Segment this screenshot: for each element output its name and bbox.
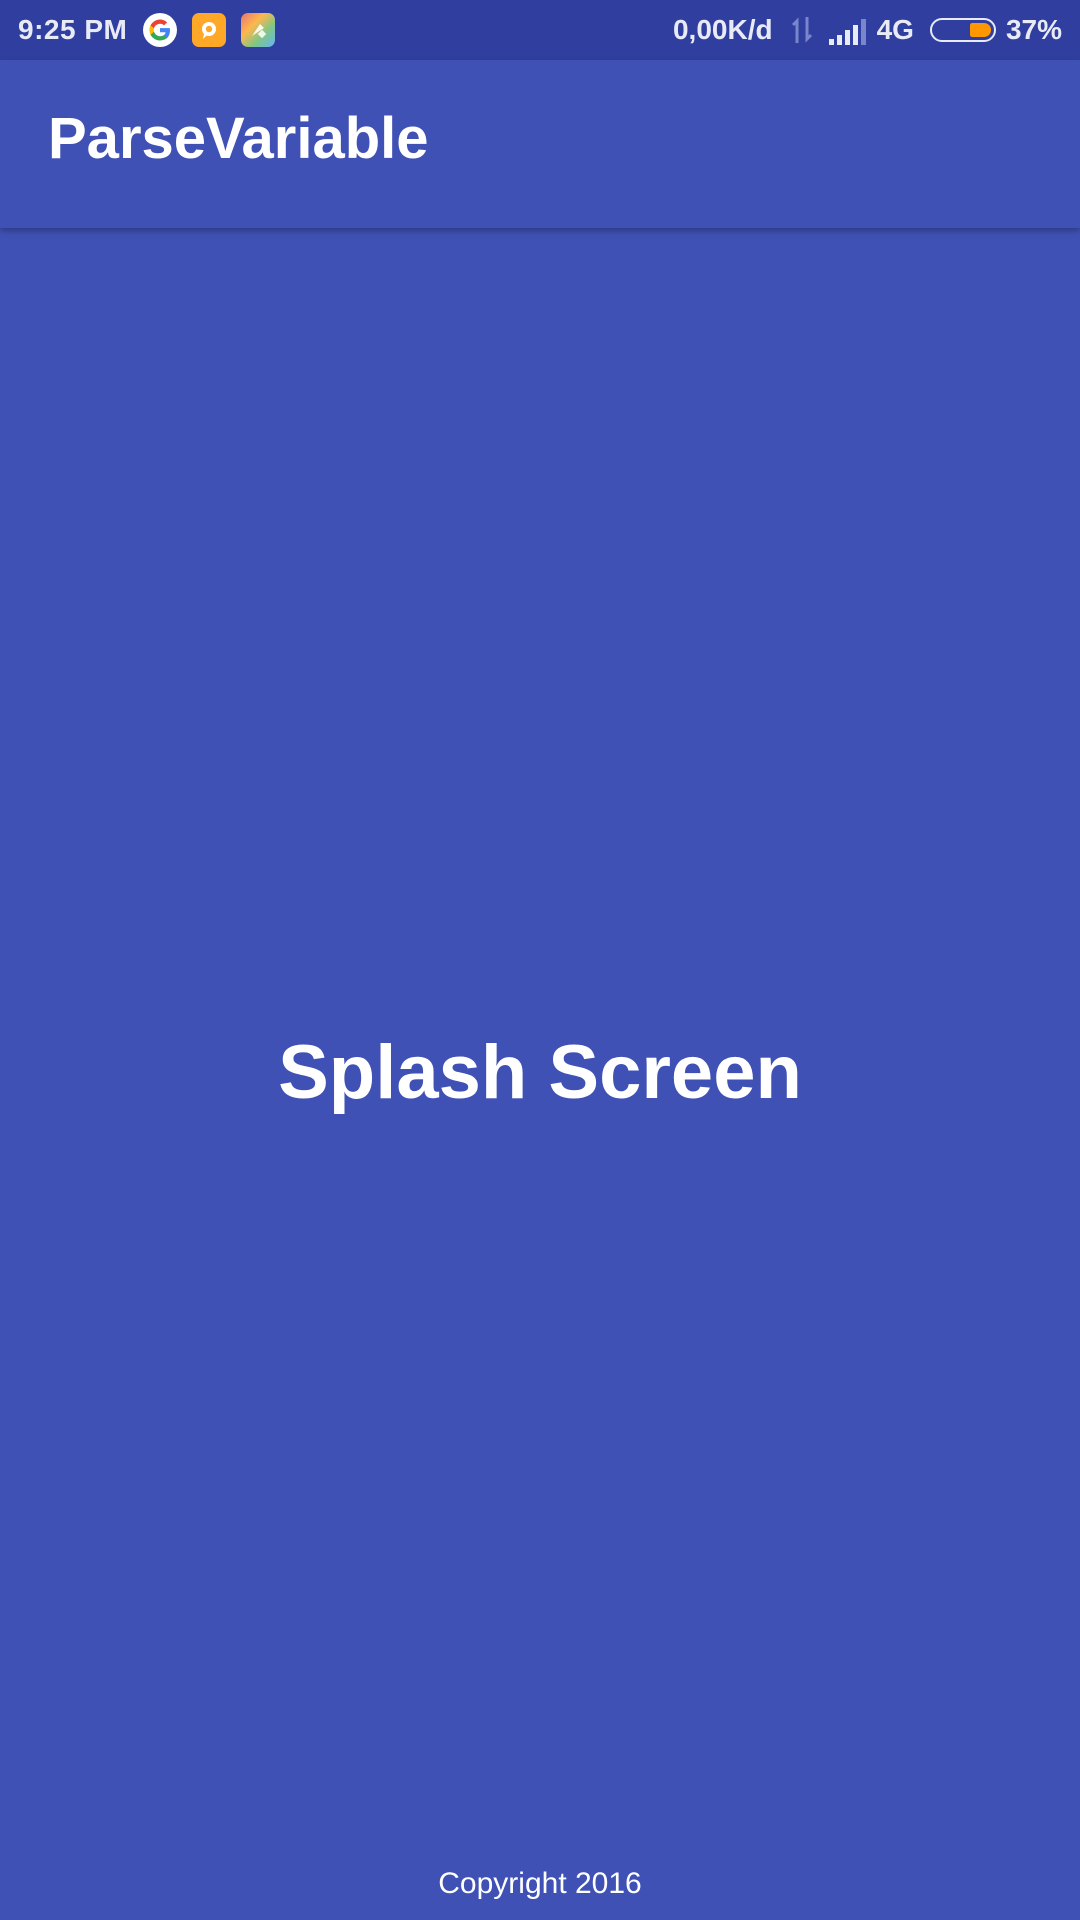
battery-percentage: 37% <box>1005 14 1062 45</box>
google-icon <box>143 13 178 47</box>
app-bar: ParseVariable <box>0 60 1080 228</box>
status-time: 9:25 PM <box>18 14 128 45</box>
colorful-app-icon <box>241 13 276 47</box>
data-transfer-icon <box>789 15 815 45</box>
battery-level-fill <box>969 23 991 37</box>
status-bar: 9:25 PM 0,00K/d 4G 37% <box>0 0 1080 60</box>
copyright-text: Copyright 2016 <box>438 1867 642 1900</box>
screen: 9:25 PM 0,00K/d 4G 37% ParseVariable Spl… <box>0 0 1080 1920</box>
signal-strength-icon <box>828 15 867 45</box>
battery-icon <box>929 18 996 42</box>
status-bar-right: 0,00K/d 4G 37% <box>673 0 1062 60</box>
splash-title: Splash Screen <box>278 1030 802 1115</box>
app-title: ParseVariable <box>48 106 429 171</box>
chat-bubble-app-icon <box>192 13 227 47</box>
network-speed: 0,00K/d <box>672 14 773 45</box>
network-type: 4G <box>876 14 914 45</box>
status-bar-left: 9:25 PM <box>18 0 276 60</box>
